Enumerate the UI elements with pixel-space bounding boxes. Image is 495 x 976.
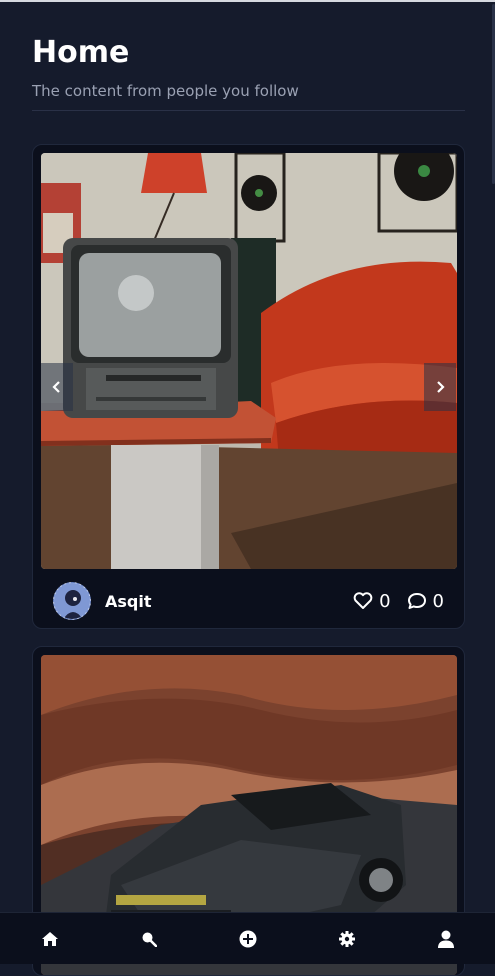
bottom-nav — [0, 912, 495, 964]
comment-count: 0 — [432, 590, 444, 612]
user-icon — [437, 930, 454, 948]
like-button[interactable]: 0 — [353, 591, 402, 612]
page-title: Home — [32, 35, 130, 70]
carousel-prev-button[interactable] — [41, 363, 73, 411]
page-subtitle: The content from people you follow — [32, 82, 299, 100]
comment-button[interactable]: 0 — [407, 591, 444, 612]
nav-profile[interactable] — [426, 919, 466, 959]
post-footer: Asqit 0 0 — [53, 581, 444, 621]
home-icon — [41, 931, 58, 946]
chevron-left-icon — [52, 381, 60, 393]
carousel-next-button[interactable] — [424, 363, 456, 411]
heart-icon — [353, 592, 373, 609]
nav-home[interactable] — [30, 919, 70, 959]
gear-icon — [338, 930, 355, 947]
search-icon — [142, 932, 157, 947]
nav-settings[interactable] — [327, 919, 367, 959]
add-circle-icon — [239, 930, 256, 947]
comment-icon — [407, 593, 426, 609]
post-image[interactable] — [41, 153, 457, 569]
header-divider — [32, 110, 465, 111]
post-card: Asqit 0 0 — [32, 144, 465, 629]
post-author[interactable]: Asqit — [105, 592, 152, 611]
chevron-right-icon — [437, 381, 445, 393]
like-count: 0 — [379, 590, 391, 612]
avatar[interactable] — [53, 582, 91, 620]
page-header: Home The content from people you follow — [32, 30, 465, 102]
window-top-edge — [0, 0, 495, 2]
post-stats: 0 0 — [353, 591, 444, 612]
nav-create[interactable] — [228, 919, 268, 959]
nav-search[interactable] — [129, 919, 169, 959]
